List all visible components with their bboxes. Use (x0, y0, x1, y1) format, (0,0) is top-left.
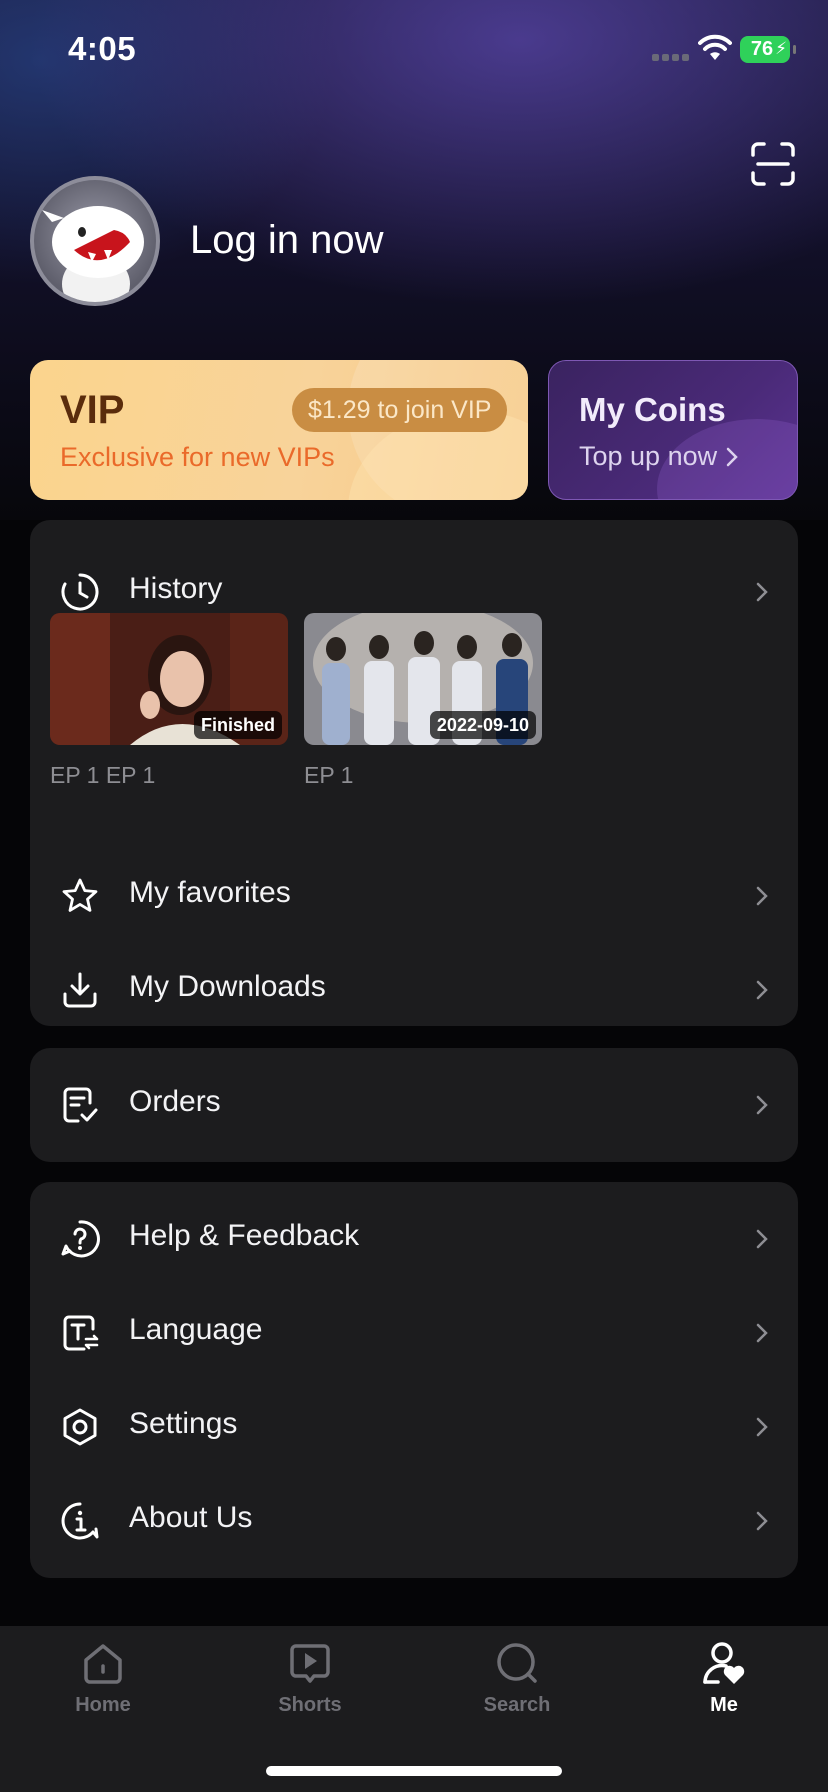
search-icon (497, 1643, 537, 1683)
status-time: 4:05 (68, 30, 137, 67)
about-label: About Us (129, 1501, 253, 1534)
chevron-right-icon (756, 582, 768, 602)
join-vip-button[interactable]: $1.29 to join VIP (292, 388, 508, 432)
download-icon (63, 972, 97, 1008)
tab-search-label: Search (483, 1694, 551, 1716)
downloads-row[interactable]: My Downloads (30, 950, 798, 1030)
orders-label: Orders (129, 1085, 221, 1118)
tab-me-label: Me (710, 1694, 738, 1716)
history-clock-icon (61, 573, 99, 611)
episude-label: EP 1 (304, 762, 354, 788)
info-icon (61, 1502, 99, 1540)
help-label: Help & Feedback (129, 1219, 360, 1252)
history-item[interactable]: Finished (50, 613, 288, 745)
vip-title: VIP (60, 388, 125, 432)
top-up-link[interactable]: Top up now (579, 441, 739, 472)
settings-icon (63, 1408, 97, 1446)
scan-icon[interactable] (750, 142, 796, 186)
chevron-right-icon (756, 980, 768, 1000)
cellular-signal-icon (652, 54, 689, 61)
tab-home[interactable]: Home (28, 1640, 178, 1730)
avatar[interactable] (30, 176, 160, 306)
episode-label: EP 1 EP 1 (50, 762, 156, 788)
home-indicator (266, 1766, 562, 1776)
tab-search[interactable]: Search (442, 1640, 592, 1730)
chevron-right-icon (756, 1229, 768, 1249)
chevron-right-icon (756, 886, 768, 906)
chevron-right-icon (756, 1511, 768, 1531)
date-badge: 2022-09-10 (429, 711, 536, 739)
orders-row[interactable]: Orders (30, 1065, 798, 1145)
my-coins-card[interactable]: My Coins Top up now (548, 360, 798, 500)
login-link[interactable]: Log in now (190, 218, 383, 263)
battery-level: 76 (750, 38, 774, 60)
favorites-label: My favorites (129, 876, 291, 909)
about-us-row[interactable]: About Us (30, 1481, 798, 1561)
tab-me[interactable]: Me (649, 1640, 799, 1730)
finished-badge: Finished (193, 711, 282, 739)
tab-home-label: Home (75, 1694, 131, 1716)
language-icon (63, 1315, 99, 1351)
shorts-play-icon (290, 1644, 330, 1683)
vip-card[interactable]: VIP Exclusive for new VIPs $1.29 to join… (30, 360, 528, 500)
downloads-label: My Downloads (129, 970, 326, 1003)
history-item[interactable]: 2022-09-10 (304, 613, 542, 745)
status-bar: 4:05 76 ⚡ (0, 0, 828, 100)
star-icon (62, 878, 98, 912)
tab-shorts[interactable]: Shorts (235, 1640, 385, 1730)
orders-card: Orders (30, 1048, 798, 1162)
chevron-right-icon (726, 447, 738, 467)
language-label: Language (129, 1313, 263, 1346)
language-row[interactable]: Language (30, 1293, 798, 1373)
more-card: Help & Feedback Language Settings About … (30, 1182, 798, 1578)
settings-label: Settings (129, 1407, 238, 1440)
chevron-right-icon (756, 1323, 768, 1343)
tab-shorts-label: Shorts (278, 1694, 342, 1716)
profile-heart-icon (703, 1642, 745, 1684)
wifi-icon (698, 34, 732, 60)
charging-bolt-icon: ⚡ (775, 39, 787, 58)
library-card: History Finished EP 1 EP 1 2022-09-10 EP… (30, 520, 798, 1026)
help-icon (61, 1220, 100, 1258)
help-feedback-row[interactable]: Help & Feedback (30, 1199, 798, 1279)
home-icon (84, 1644, 122, 1684)
battery-indicator: 76 ⚡ (740, 36, 796, 63)
settings-row[interactable]: Settings (30, 1387, 798, 1467)
coins-title: My Coins (579, 391, 726, 428)
chevron-right-icon (756, 1095, 768, 1115)
favorites-row[interactable]: My favorites (30, 856, 798, 936)
chevron-right-icon (756, 1417, 768, 1437)
top-up-label: Top up now (579, 441, 718, 471)
orders-icon (63, 1087, 98, 1123)
history-label: History (129, 572, 223, 605)
vip-subtitle: Exclusive for new VIPs (60, 442, 335, 472)
